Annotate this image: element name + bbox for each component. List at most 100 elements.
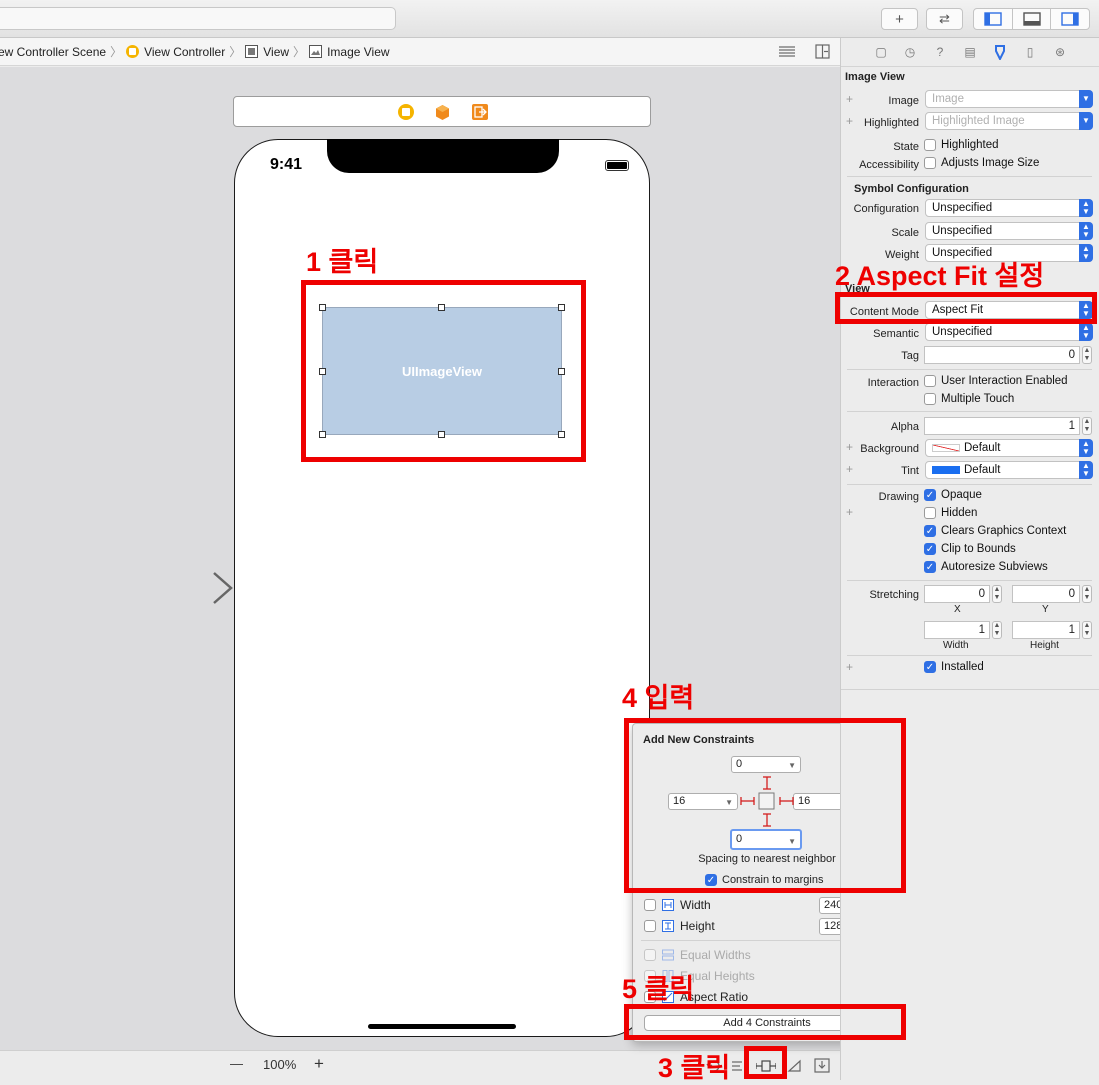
stretch-y-stepper[interactable]: ▲ ▼ bbox=[1082, 585, 1092, 603]
breadcrumb-view-controller[interactable]: View Controller bbox=[126, 45, 225, 59]
equal-widths-icon bbox=[662, 949, 674, 961]
align-icon[interactable] bbox=[730, 1058, 744, 1077]
width-checkbox[interactable]: Width bbox=[644, 898, 711, 912]
embed-in-icon[interactable] bbox=[814, 1058, 830, 1077]
editor-options-icon[interactable] bbox=[778, 45, 796, 62]
stretch-x-field[interactable]: 0 bbox=[924, 585, 990, 603]
toggle-debug-area-button[interactable] bbox=[1012, 8, 1051, 30]
height-caption: Height bbox=[1030, 640, 1059, 651]
connections-inspector-icon[interactable]: ⊛ bbox=[1053, 45, 1067, 59]
divider bbox=[847, 369, 1092, 370]
adjusts-image-size-checkbox[interactable]: Adjusts Image Size bbox=[924, 157, 1039, 169]
image-combobox[interactable]: Image ▼ bbox=[925, 90, 1093, 108]
history-icon[interactable]: ◷ bbox=[903, 45, 917, 59]
interaction-label: Interaction bbox=[867, 377, 919, 389]
zoom-out-button[interactable]: — bbox=[230, 1056, 243, 1071]
tag-stepper[interactable]: ▲ ▼ bbox=[1082, 346, 1092, 364]
stretch-height-stepper[interactable]: ▲ ▼ bbox=[1082, 621, 1092, 639]
alpha-label: Alpha bbox=[890, 421, 919, 433]
clip-to-bounds-checkbox[interactable]: ✓ Clip to Bounds bbox=[924, 543, 1016, 555]
state-label: State bbox=[893, 141, 919, 153]
add-editor-icon[interactable] bbox=[815, 44, 830, 62]
divider bbox=[847, 176, 1092, 177]
annotation-step4: 4 입력 bbox=[622, 683, 695, 713]
width-constraint-icon bbox=[662, 899, 674, 911]
annotation-step1: 1 클릭 bbox=[306, 247, 379, 277]
attributes-inspector-icon[interactable] bbox=[993, 45, 1007, 62]
plus-icon[interactable]: + bbox=[846, 505, 853, 519]
file-inspector-icon[interactable]: ▢ bbox=[874, 45, 888, 59]
breadcrumb-scene[interactable]: ew Controller Scene bbox=[0, 45, 106, 59]
equal-widths-checkbox[interactable]: Equal Widths bbox=[644, 948, 751, 962]
tag-label: Tag bbox=[901, 350, 919, 362]
battery-icon bbox=[605, 160, 629, 171]
plus-icon[interactable]: + bbox=[846, 660, 853, 674]
user-interaction-checkbox[interactable]: User Interaction Enabled bbox=[924, 375, 1068, 387]
opaque-checkbox[interactable]: ✓ Opaque bbox=[924, 489, 982, 501]
stretch-y-field[interactable]: 0 bbox=[1012, 585, 1080, 603]
annotation-box-add-button bbox=[624, 1004, 906, 1040]
stretch-width-stepper[interactable]: ▲ ▼ bbox=[992, 621, 1002, 639]
home-indicator bbox=[368, 1024, 516, 1029]
breadcrumb-image-view[interactable]: Image View bbox=[309, 45, 390, 59]
annotation-box-constraints bbox=[624, 718, 906, 893]
scale-popup[interactable]: Unspecified ▲ ▼ bbox=[925, 222, 1093, 240]
configuration-label: Configuration bbox=[853, 203, 919, 215]
stretching-label: Stretching bbox=[869, 589, 919, 601]
device-frame: 9:41 bbox=[234, 139, 650, 1037]
toggle-navigator-button[interactable] bbox=[973, 8, 1013, 30]
status-bar-time: 9:41 bbox=[270, 156, 303, 173]
stretch-x-stepper[interactable]: ▲ ▼ bbox=[992, 585, 1002, 603]
hidden-checkbox[interactable]: Hidden bbox=[924, 507, 977, 519]
chevron-right-icon: 〉 bbox=[110, 45, 123, 59]
tag-field[interactable]: 0 bbox=[924, 346, 1080, 364]
notch bbox=[327, 139, 559, 173]
library-button[interactable]: + bbox=[881, 8, 918, 30]
width-caption: Width bbox=[943, 640, 969, 651]
zoom-in-button[interactable]: + bbox=[314, 1054, 324, 1074]
semantic-popup[interactable]: Unspecified ▲ ▼ bbox=[925, 323, 1093, 341]
autoresize-subviews-checkbox[interactable]: ✓ Autoresize Subviews bbox=[924, 561, 1048, 573]
left-panel-icon bbox=[984, 12, 1002, 26]
toggle-inspector-button[interactable] bbox=[1050, 8, 1090, 30]
highlighted-image-combobox[interactable]: Highlighted Image ▼ bbox=[925, 112, 1093, 130]
annotation-box-content-mode bbox=[835, 292, 1097, 324]
configuration-popup[interactable]: Unspecified ▲ ▼ bbox=[925, 199, 1093, 217]
height-checkbox[interactable]: Height bbox=[644, 919, 715, 933]
size-inspector-icon[interactable]: ▯ bbox=[1023, 45, 1037, 59]
blue-color-swatch bbox=[932, 465, 960, 474]
multiple-touch-checkbox[interactable]: Multiple Touch bbox=[924, 393, 1014, 405]
swap-arrows-icon: ⇄ bbox=[939, 11, 950, 26]
installed-checkbox[interactable]: ✓ Installed bbox=[924, 661, 984, 673]
alpha-stepper[interactable]: ▲ ▼ bbox=[1082, 417, 1092, 435]
divider bbox=[847, 484, 1092, 485]
stretch-width-field[interactable]: 1 bbox=[924, 621, 990, 639]
exit-icon[interactable] bbox=[472, 104, 488, 120]
activity-field bbox=[0, 7, 396, 30]
code-review-button[interactable]: ⇄ bbox=[926, 8, 963, 30]
scale-label: Scale bbox=[891, 227, 919, 239]
first-responder-icon[interactable] bbox=[434, 104, 451, 124]
chevron-right-icon: 〉 bbox=[293, 45, 306, 59]
divider bbox=[847, 411, 1092, 412]
view-controller-icon[interactable] bbox=[398, 104, 414, 120]
help-icon[interactable]: ? bbox=[933, 45, 947, 59]
breadcrumb: ew Controller Scene 〉 View Controller 〉 … bbox=[0, 38, 840, 66]
zoom-level[interactable]: 100% bbox=[263, 1057, 296, 1072]
identity-inspector-icon[interactable]: ▤ bbox=[963, 45, 977, 59]
divider bbox=[847, 580, 1092, 581]
highlighted-checkbox[interactable]: Highlighted bbox=[924, 139, 999, 151]
resolve-issues-icon[interactable] bbox=[787, 1058, 803, 1077]
window-toolbar: + ⇄ bbox=[0, 0, 1099, 38]
annotation-step3: 3 클릭 bbox=[658, 1053, 731, 1083]
stretch-height-field[interactable]: 1 bbox=[1012, 621, 1080, 639]
alpha-field[interactable]: 1 bbox=[924, 417, 1080, 435]
tint-color-popup[interactable]: Default ▲ ▼ bbox=[925, 461, 1093, 479]
annotation-box-constraints-icon bbox=[744, 1046, 787, 1079]
entry-point-arrow[interactable] bbox=[134, 570, 234, 606]
clears-graphics-checkbox[interactable]: ✓ Clears Graphics Context bbox=[924, 525, 1066, 537]
image-label: Image bbox=[888, 95, 919, 107]
breadcrumb-view[interactable]: View bbox=[245, 45, 289, 59]
annotation-step2: 2 Aspect Fit 설정 bbox=[835, 261, 1045, 291]
background-color-popup[interactable]: Default ▲ ▼ bbox=[925, 439, 1093, 457]
